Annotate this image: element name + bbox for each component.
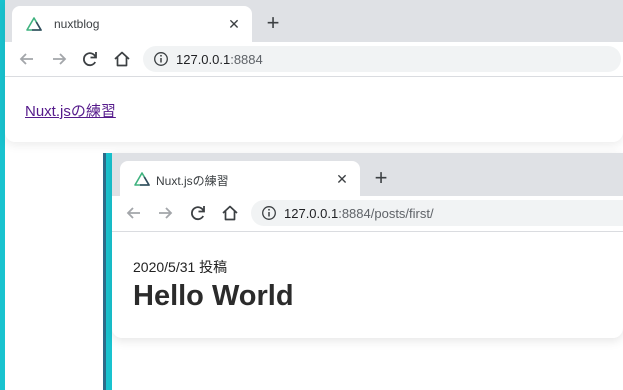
nuxt-logo-icon <box>26 16 42 32</box>
window-frame-edge <box>103 153 106 390</box>
new-tab-button[interactable]: + <box>261 12 285 36</box>
address-bar[interactable]: 127.0.0.1:8884/posts/first/ <box>251 200 623 226</box>
info-icon[interactable] <box>261 205 277 221</box>
tab-title: nuxtblog <box>54 17 100 31</box>
url-text: 127.0.0.1:8884/posts/first/ <box>284 206 434 221</box>
close-icon[interactable]: ✕ <box>224 14 244 34</box>
home-icon[interactable] <box>220 203 240 223</box>
info-icon[interactable] <box>153 51 169 67</box>
nuxt-logo-icon <box>134 171 150 187</box>
url-text: 127.0.0.1:8884 <box>176 52 263 67</box>
page-title-link[interactable]: Nuxt.jsの練習 <box>25 100 116 121</box>
forward-icon[interactable] <box>49 49 69 69</box>
tab-title: Nuxt.jsの練習 <box>156 174 229 188</box>
tab-nuxt-practice[interactable]: Nuxt.jsの練習 ✕ <box>120 161 360 196</box>
address-bar[interactable]: 127.0.0.1:8884 <box>143 46 621 72</box>
close-icon[interactable]: ✕ <box>332 169 352 189</box>
back-icon[interactable] <box>124 203 144 223</box>
tab-strip: nuxtblog ✕ + <box>5 0 623 42</box>
browser-toolbar: 127.0.0.1:8884 <box>5 42 623 77</box>
browser-window-main: nuxtblog ✕ + 127.0.0.1:8884 Nuxt.jsの練習 <box>5 0 623 142</box>
tab-nuxtblog[interactable]: nuxtblog ✕ <box>12 6 252 42</box>
reload-icon[interactable] <box>188 203 208 223</box>
home-icon[interactable] <box>112 49 132 69</box>
browser-toolbar: 127.0.0.1:8884/posts/first/ <box>112 196 623 232</box>
forward-icon[interactable] <box>155 203 175 223</box>
new-tab-button[interactable]: + <box>369 167 393 191</box>
tab-strip: Nuxt.jsの練習 ✕ + <box>112 153 623 196</box>
post-title: Hello World <box>133 280 294 312</box>
reload-icon[interactable] <box>80 49 100 69</box>
back-icon[interactable] <box>17 49 37 69</box>
browser-window-post: Nuxt.jsの練習 ✕ + 127.0.0.1:8884/posts/firs… <box>112 153 623 338</box>
post-date: 2020/5/31 投稿 <box>133 259 228 275</box>
